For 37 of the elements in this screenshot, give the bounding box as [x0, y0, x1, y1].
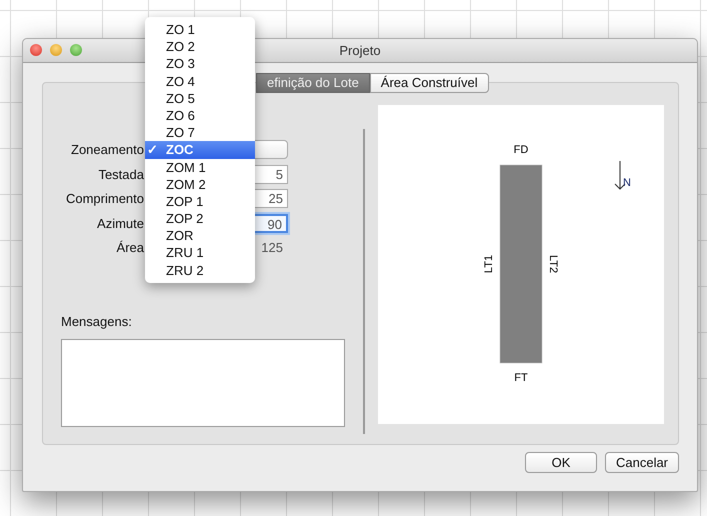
- tab[interactable]: Área Construível: [370, 73, 489, 93]
- ok-button[interactable]: OK: [525, 452, 597, 473]
- plan-label: LT1: [483, 254, 495, 274]
- field-label: Comprimento: [64, 190, 145, 208]
- menu-item[interactable]: ZOR: [145, 227, 255, 244]
- menu-item[interactable]: ZO 7: [145, 124, 255, 142]
- area-value: 125: [260, 239, 284, 258]
- menu-item[interactable]: ZOM 1: [145, 158, 255, 176]
- window-title: Projeto: [339, 43, 381, 58]
- menu-item[interactable]: ZOP 2: [145, 210, 255, 228]
- cancel-button[interactable]: Cancelar: [605, 452, 679, 473]
- plan-label: LT2: [547, 254, 559, 274]
- zoom-button[interactable]: [70, 44, 82, 56]
- plan-label: FT: [514, 372, 528, 384]
- minimize-button[interactable]: [50, 44, 62, 56]
- menu-item[interactable]: ZOP 1: [145, 192, 255, 210]
- messages-box[interactable]: [61, 339, 345, 427]
- menu-item[interactable]: ZO 6: [145, 106, 255, 124]
- field-label: Zoneamento: [70, 141, 145, 159]
- menu-item[interactable]: ZRU 1: [145, 244, 255, 262]
- menu-item[interactable]: ZO 4: [145, 72, 255, 90]
- messages-label: Mensagens:: [61, 314, 132, 328]
- menu-item[interactable]: ZO 5: [145, 90, 255, 107]
- north-label: N: [623, 177, 631, 189]
- field-label: Azimute: [96, 214, 145, 232]
- menu-item[interactable]: ZO 2: [145, 38, 255, 56]
- north-arrow-icon: [614, 160, 626, 190]
- menu-item[interactable]: ZO 3: [145, 55, 255, 73]
- close-button[interactable]: [30, 44, 42, 56]
- menu-item[interactable]: ZOM 2: [145, 176, 255, 193]
- plan-label: FD: [514, 144, 528, 156]
- menu-item[interactable]: ZRU 2: [145, 262, 255, 279]
- field-label: Área: [116, 239, 145, 257]
- menu-item[interactable]: ZO 1: [145, 21, 255, 38]
- tab[interactable]: efinição do Lote: [256, 73, 370, 93]
- menu-item[interactable]: ✓ ZOC: [145, 141, 255, 158]
- field-label: Testada: [97, 166, 145, 184]
